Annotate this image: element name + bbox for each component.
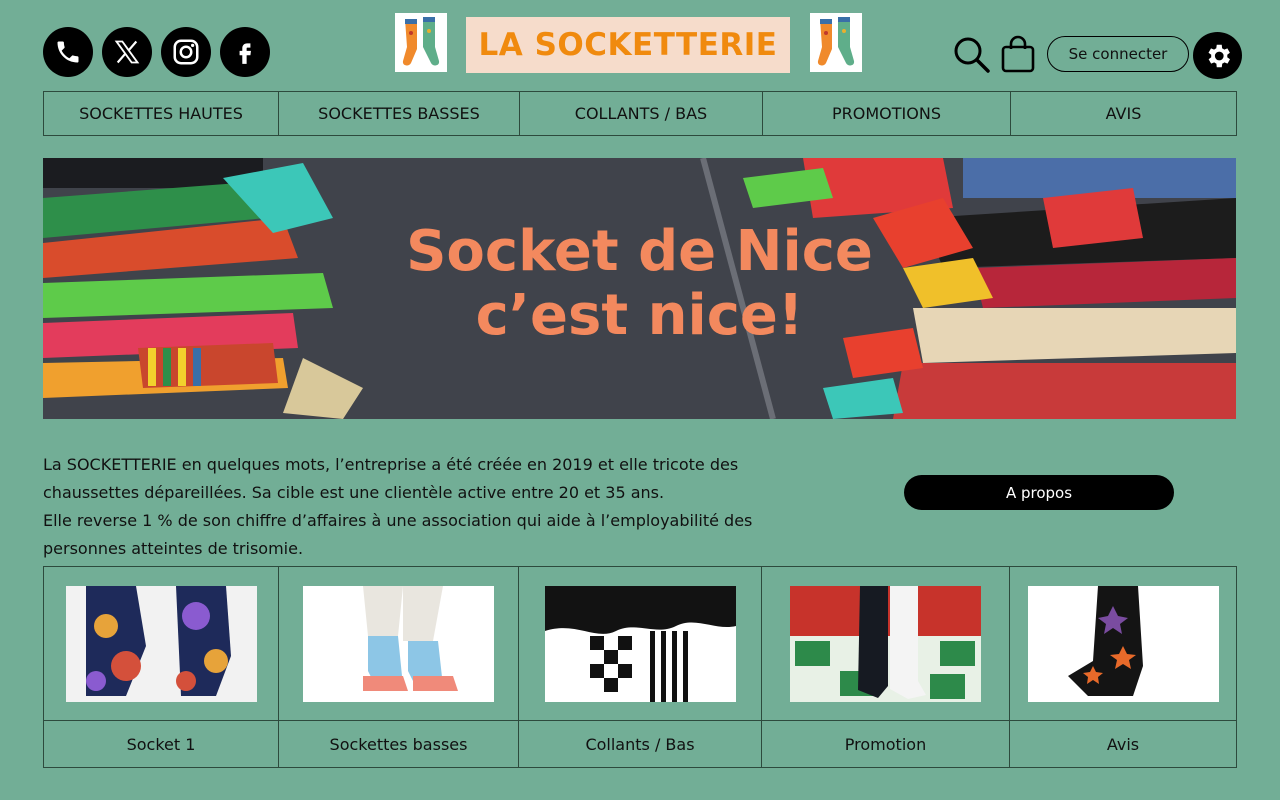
product-card[interactable]: Sockettes basses (279, 567, 519, 767)
product-image-cell (44, 567, 278, 721)
product-image[interactable] (303, 585, 494, 702)
nav-item-collants-bas[interactable]: COLLANTS / BAS (520, 92, 763, 135)
phone-icon[interactable] (43, 27, 93, 77)
product-image-cell (279, 567, 518, 721)
product-label[interactable]: Promotion (762, 721, 1009, 767)
product-image[interactable] (790, 585, 981, 702)
hero-title-line1: Socket de Nice (406, 219, 873, 284)
product-card[interactable]: Avis (1010, 567, 1236, 767)
product-card[interactable]: Socket 1 (44, 567, 279, 767)
sock-logo-left (395, 13, 447, 72)
product-image[interactable] (65, 585, 257, 702)
facebook-icon[interactable] (220, 27, 270, 77)
product-image[interactable] (1027, 585, 1219, 702)
nav-item-avis[interactable]: AVIS (1011, 92, 1236, 135)
social-links (43, 27, 270, 77)
product-card[interactable]: Collants / Bas (519, 567, 762, 767)
about-button[interactable]: A propos (904, 475, 1174, 510)
about-paragraph-1: La SOCKETTERIE en quelques mots, l’entre… (43, 455, 739, 502)
hero-title-line2: c’est nice! (475, 283, 804, 348)
sock-logo-right (810, 13, 862, 72)
product-card[interactable]: Promotion (762, 567, 1010, 767)
login-button[interactable]: Se connecter (1047, 36, 1189, 72)
main-nav: SOCKETTES HAUTES SOCKETTES BASSES COLLAN… (43, 91, 1237, 136)
product-grid: Socket 1 Sockettes basses Collants / Bas… (43, 566, 1237, 768)
nav-item-sockettes-basses[interactable]: SOCKETTES BASSES (279, 92, 520, 135)
cart-icon[interactable] (1001, 35, 1035, 77)
product-image-cell (762, 567, 1009, 721)
site-logo[interactable]: LA SOCKETTERIE (466, 17, 790, 73)
instagram-icon[interactable] (161, 27, 211, 77)
product-image[interactable] (544, 585, 736, 702)
product-label[interactable]: Collants / Bas (519, 721, 761, 767)
product-label[interactable]: Sockettes basses (279, 721, 518, 767)
x-icon[interactable] (102, 27, 152, 77)
product-label[interactable]: Socket 1 (44, 721, 278, 767)
logo-text: LA SOCKETTERIE (478, 27, 778, 63)
product-image-cell (519, 567, 761, 721)
search-icon[interactable] (953, 36, 991, 78)
product-image-cell (1010, 567, 1236, 721)
hero-banner: Socket de Nice c’est nice! (43, 158, 1236, 419)
about-paragraph-2: Elle reverse 1 % de son chiffre d’affair… (43, 511, 753, 558)
settings-gear-icon[interactable] (1193, 32, 1242, 79)
about-text: La SOCKETTERIE en quelques mots, l’entre… (43, 451, 763, 563)
product-label[interactable]: Avis (1010, 721, 1236, 767)
nav-item-promotions[interactable]: PROMOTIONS (763, 92, 1011, 135)
nav-item-sockettes-hautes[interactable]: SOCKETTES HAUTES (44, 92, 279, 135)
hero-title: Socket de Nice c’est nice! (43, 220, 1236, 348)
